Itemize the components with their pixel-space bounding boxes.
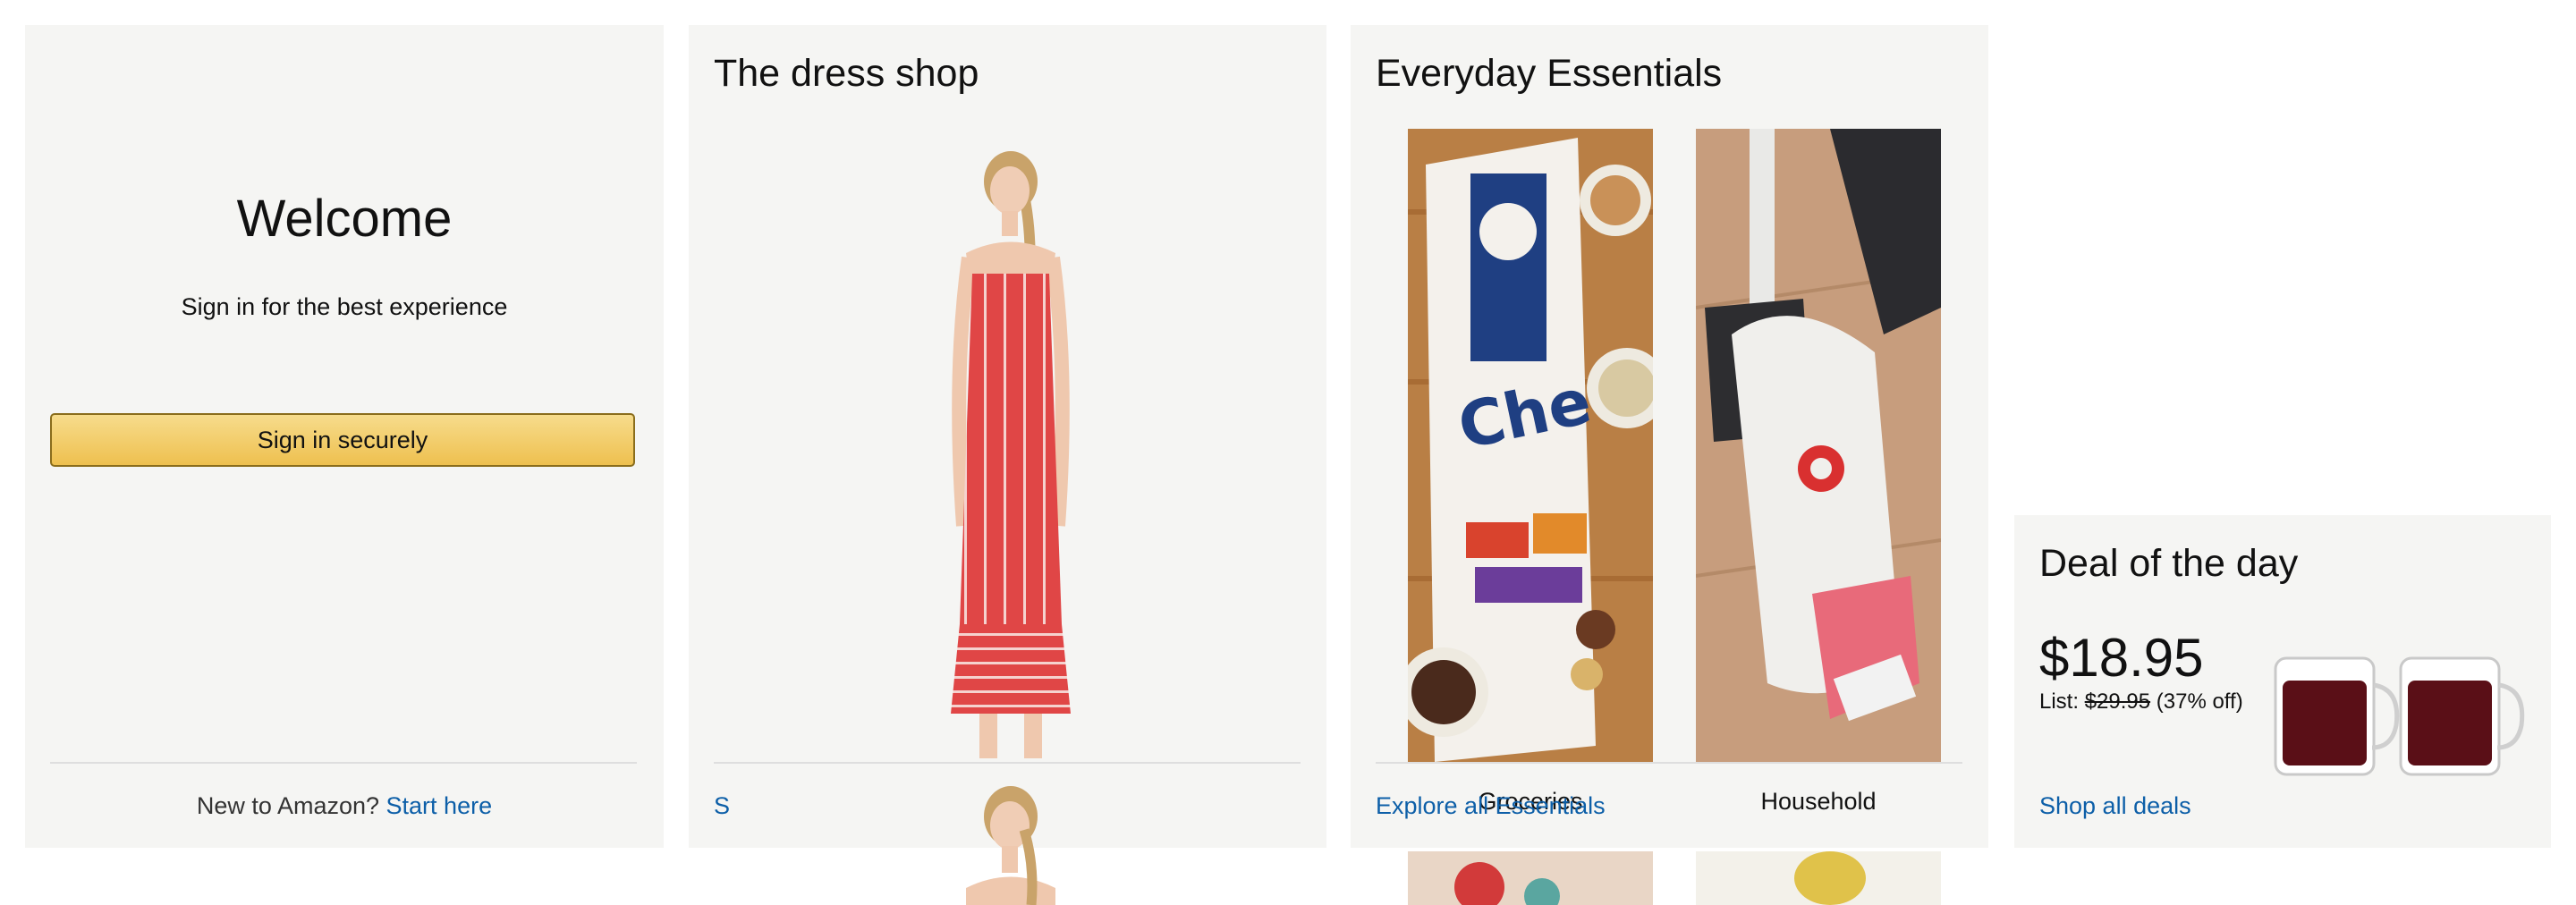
dress-image[interactable]: [917, 141, 1105, 758]
dress-image-overflow: [935, 776, 1087, 905]
welcome-subtitle: Sign in for the best experience: [181, 293, 508, 320]
start-here-link[interactable]: Start here: [386, 792, 493, 819]
list-prefix: List:: [2039, 689, 2080, 714]
dress-shop-card: The dress shop S: [689, 25, 1326, 905]
welcome-divider: [50, 762, 637, 764]
household-label: Household: [1760, 788, 1877, 815]
welcome-footer: New to Amazon? Start here: [25, 792, 664, 820]
essentials-card: Everyday Essentials Chew Groceries House…: [1351, 25, 1988, 905]
explore-essentials-link[interactable]: Explore all Essentials: [1376, 792, 1606, 820]
deal-list-price: List: $29.95 (37% off): [2039, 689, 2243, 715]
groceries-overflow-tile: [1408, 851, 1653, 905]
household-tile[interactable]: [1696, 129, 1941, 762]
essentials-divider: [1376, 762, 1962, 764]
glass-mugs-image: [2274, 656, 2525, 776]
welcome-card: Welcome Sign in for the best experience …: [25, 25, 664, 848]
new-to-amazon-text: New to Amazon?: [196, 792, 380, 819]
household-overflow-tile: [1696, 851, 1941, 905]
groceries-tile[interactable]: Chew: [1408, 129, 1653, 762]
dress-shop-title: The dress shop: [714, 52, 979, 95]
deal-title: Deal of the day: [2039, 542, 2299, 585]
deal-product-image[interactable]: [2267, 649, 2526, 783]
welcome-heading: Welcome: [236, 190, 453, 248]
discount-percent: (37% off): [2156, 689, 2243, 714]
deal-card: Deal of the day $18.95 List: $29.95 (37%…: [2014, 515, 2551, 848]
cereal-box-image: Chew: [1408, 129, 1653, 762]
broom-dustpan-image: [1696, 129, 1941, 762]
list-price-strike: $29.95: [2084, 689, 2151, 714]
sign-in-button[interactable]: Sign in securely: [50, 413, 635, 467]
dress-divider: [714, 762, 1301, 764]
shop-all-deals-link[interactable]: Shop all deals: [2039, 792, 2191, 820]
dress-shop-link[interactable]: S: [714, 792, 730, 820]
deal-price: $18.95: [2039, 628, 2204, 688]
essentials-title: Everyday Essentials: [1376, 52, 1723, 95]
